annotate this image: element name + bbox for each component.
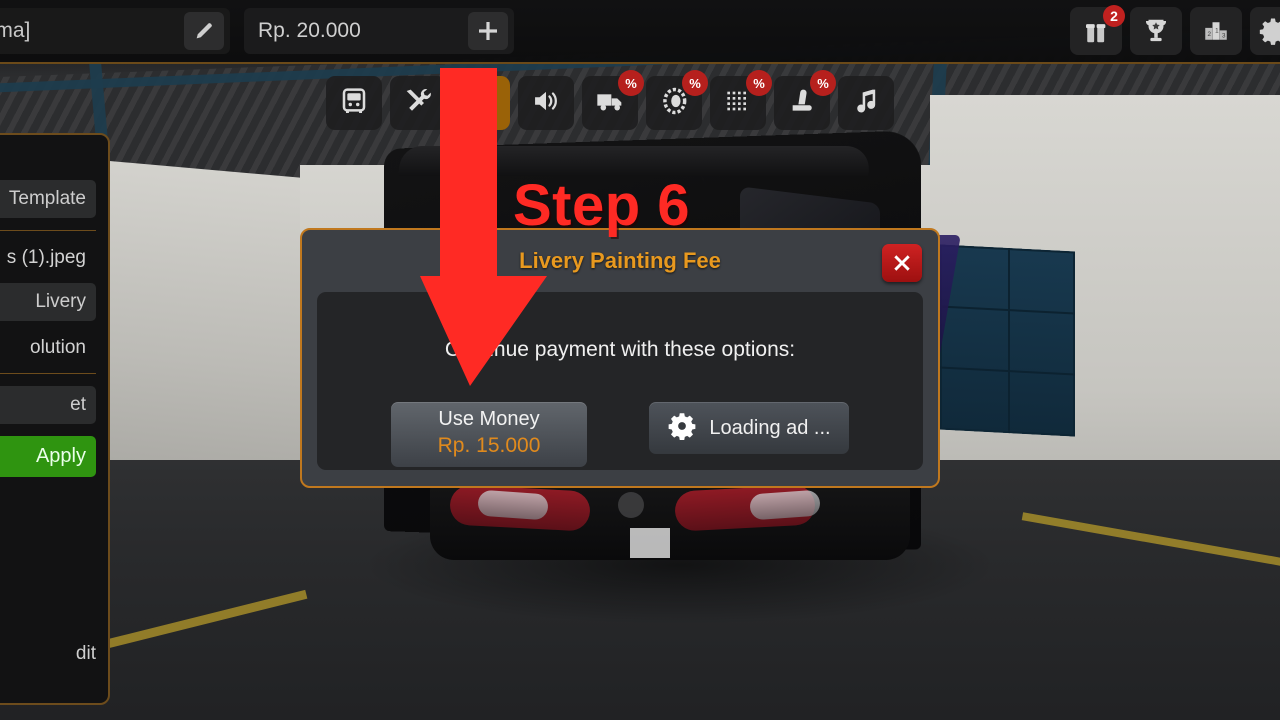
game-screen: nti nama] Rp. 20.000 <box>0 0 1280 720</box>
money-balance-text: Rp. 20.000 <box>258 19 361 42</box>
close-x-icon[interactable] <box>882 244 922 282</box>
svg-text:1: 1 <box>1215 27 1219 34</box>
livery-painting-fee-dialog: Livery Painting Fee Continue payment wit… <box>300 228 940 488</box>
svg-text:3: 3 <box>1222 32 1226 39</box>
use-money-label: Use Money <box>438 408 540 430</box>
vehicle-name-text: nti nama] <box>0 19 31 42</box>
livery-panel-title: ry <box>0 147 96 170</box>
dialog-message: Continue payment with these options: <box>444 338 796 361</box>
watch-ad-label: Loading ad ... <box>709 416 831 439</box>
tool-bus-icon-button[interactable] <box>326 76 382 130</box>
use-money-button[interactable]: Use Money Rp. 15.000 <box>391 402 587 467</box>
seat-percent-badge: % <box>810 70 836 96</box>
plus-icon[interactable] <box>468 12 508 50</box>
apply-button[interactable]: Apply <box>0 436 96 477</box>
use-money-price: Rp. 15.000 <box>437 434 541 457</box>
leaderboard-icon[interactable]: 1 2 3 <box>1190 7 1242 55</box>
dialog-action-row: Use Money Rp. 15.000 Loading ad ... <box>317 402 923 467</box>
led-percent-badge: % <box>746 70 772 96</box>
music-note-icon <box>850 85 882 122</box>
pencil-icon[interactable] <box>184 12 224 50</box>
customization-toolbar: % % % % <box>326 70 894 130</box>
tool-truck-icon-button[interactable]: % <box>582 70 644 130</box>
gifts-badge: 2 <box>1103 5 1125 27</box>
money-balance-field[interactable]: Rp. 20.000 <box>244 8 514 54</box>
settings-gear-icon[interactable] <box>1250 7 1280 55</box>
gifts-icon[interactable]: 2 <box>1070 5 1125 55</box>
tool-led-grid-icon-button[interactable]: % <box>710 70 772 130</box>
svg-text:2: 2 <box>1208 31 1212 38</box>
truck-percent-badge: % <box>618 70 644 96</box>
edit-button[interactable]: dit <box>76 643 96 665</box>
livery-settings-panel: ry Template s (1).jpeg Livery olution et… <box>0 133 110 705</box>
tool-seat-icon-button[interactable]: % <box>774 70 836 130</box>
wheel-percent-badge: % <box>682 70 708 96</box>
tool-wheel-icon-button[interactable]: % <box>646 70 708 130</box>
bus-icon <box>338 85 370 122</box>
top-status-bar: nti nama] Rp. 20.000 <box>0 0 1280 64</box>
resolution-label: olution <box>30 337 86 358</box>
tool-music-icon-button[interactable] <box>838 76 894 130</box>
selected-file-name: s (1).jpeg <box>6 247 86 268</box>
download-template-button[interactable]: Template <box>0 180 96 218</box>
down-arrow-annotation <box>418 68 550 386</box>
choose-livery-button[interactable]: Livery <box>0 283 96 321</box>
gear-icon <box>667 411 697 446</box>
panel-divider <box>0 230 96 231</box>
top-right-icon-group: 2 1 2 3 <box>1070 5 1280 56</box>
watch-ad-button[interactable]: Loading ad ... <box>649 402 849 454</box>
dialog-content-panel: Continue payment with these options: Use… <box>317 292 923 470</box>
vehicle-name-field[interactable]: nti nama] <box>0 8 230 54</box>
garage-door <box>940 244 1075 437</box>
reset-button[interactable]: et <box>0 386 96 424</box>
trophy-icon[interactable] <box>1130 7 1182 55</box>
panel-divider <box>0 373 96 374</box>
